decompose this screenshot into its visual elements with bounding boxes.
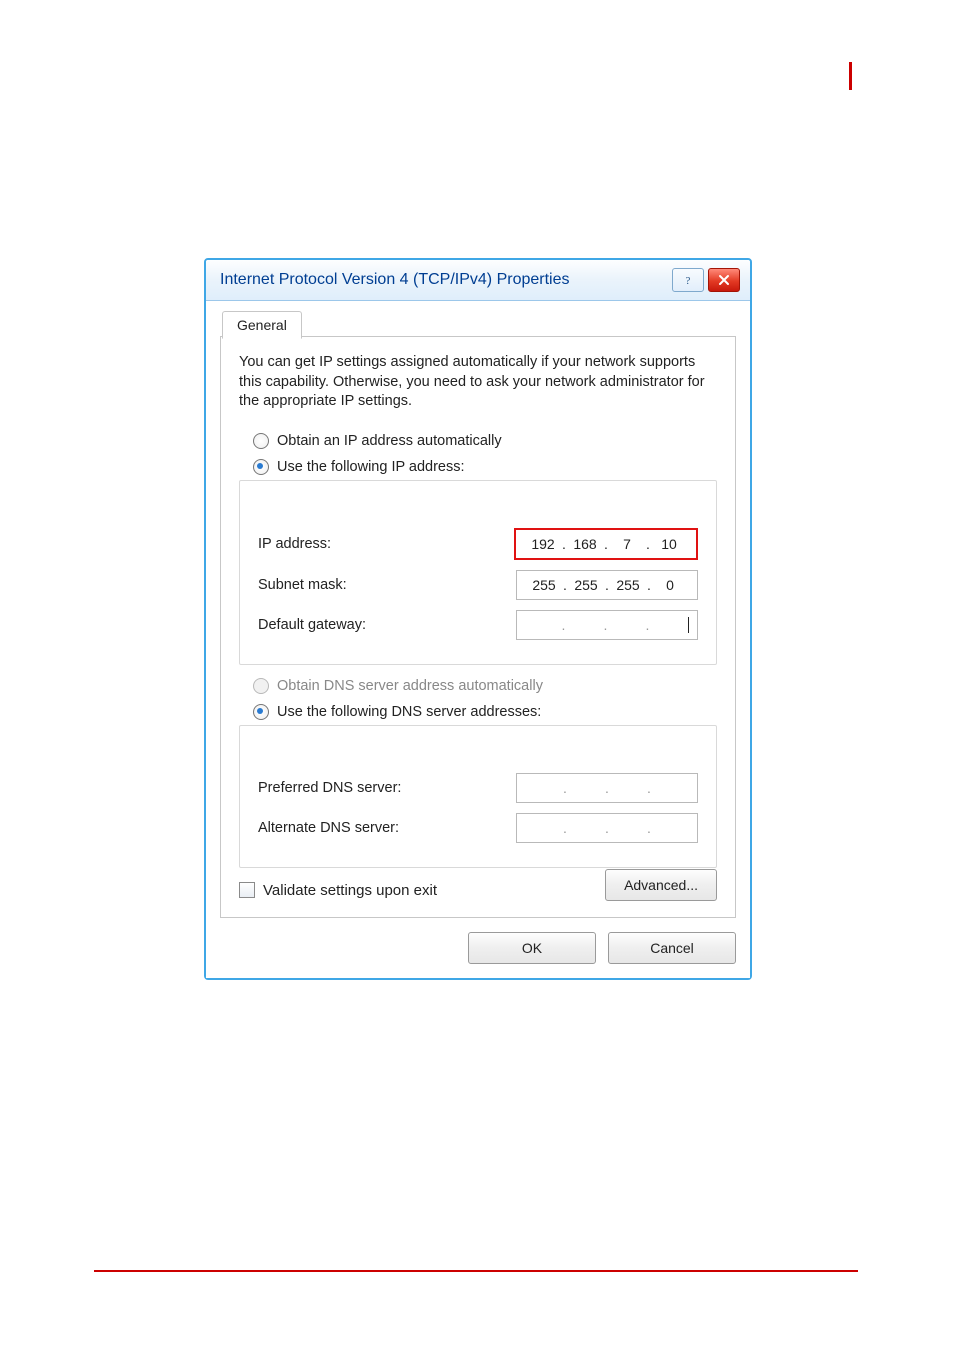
row-preferred-dns: Preferred DNS server: . . . xyxy=(258,773,698,803)
dns-group: . Preferred DNS server: . . . Alternate … xyxy=(239,725,717,868)
document-page: Internet Protocol Version 4 (TCP/IPv4) P… xyxy=(0,0,954,1352)
radio-label: Use the following DNS server addresses: xyxy=(277,704,541,720)
close-button[interactable] xyxy=(708,268,740,292)
title-bar: Internet Protocol Version 4 (TCP/IPv4) P… xyxy=(206,260,750,301)
radio-label: Obtain an IP address automatically xyxy=(277,433,502,449)
tab-body-general: You can get IP settings assigned automat… xyxy=(220,337,736,918)
close-icon xyxy=(718,274,730,286)
tab-general[interactable]: General xyxy=(222,311,302,339)
input-default-gateway[interactable]: . . . xyxy=(516,610,698,640)
row-default-gateway: Default gateway: . . . xyxy=(258,610,698,640)
advanced-button[interactable]: Advanced... xyxy=(605,869,717,901)
intro-text: You can get IP settings assigned automat… xyxy=(239,353,717,412)
radio-icon-selected xyxy=(253,459,269,475)
input-alternate-dns[interactable]: . . . xyxy=(516,813,698,843)
label-subnet-mask: Subnet mask: xyxy=(258,577,516,593)
cancel-button[interactable]: Cancel xyxy=(608,932,736,964)
radio-label: Obtain DNS server address automatically xyxy=(277,678,543,694)
radio-icon-selected xyxy=(253,704,269,720)
label-ip-address: IP address: xyxy=(258,536,514,552)
row-alternate-dns: Alternate DNS server: . . . xyxy=(258,813,698,843)
svg-text:?: ? xyxy=(686,275,691,286)
radio-label: Use the following IP address: xyxy=(277,459,465,475)
label-preferred-dns: Preferred DNS server: xyxy=(258,780,516,796)
radio-ip-manual[interactable]: Use the following IP address: xyxy=(239,454,717,480)
help-button[interactable]: ? xyxy=(672,268,704,292)
row-subnet-mask: Subnet mask: 255. 255. 255. 0 xyxy=(258,570,698,600)
ipv4-properties-dialog: Internet Protocol Version 4 (TCP/IPv4) P… xyxy=(204,258,752,980)
ok-button[interactable]: OK xyxy=(468,932,596,964)
label-validate: Validate settings upon exit xyxy=(263,882,437,899)
radio-icon xyxy=(253,433,269,449)
label-alternate-dns: Alternate DNS server: xyxy=(258,820,516,836)
radio-dns-manual[interactable]: Use the following DNS server addresses: xyxy=(239,699,717,725)
ip-group: . IP address: 192. 168. 7. 10 Subnet mas… xyxy=(239,480,717,665)
input-preferred-dns[interactable]: . . . xyxy=(516,773,698,803)
window-title: Internet Protocol Version 4 (TCP/IPv4) P… xyxy=(220,271,569,289)
radio-dns-auto: Obtain DNS server address automatically xyxy=(239,673,717,699)
input-ip-address[interactable]: 192. 168. 7. 10 xyxy=(514,528,698,560)
row-ip-address: IP address: 192. 168. 7. 10 xyxy=(258,528,698,560)
radio-ip-auto[interactable]: Obtain an IP address automatically xyxy=(239,428,717,454)
footer-rule xyxy=(94,1270,858,1272)
input-subnet-mask[interactable]: 255. 255. 255. 0 xyxy=(516,570,698,600)
tab-strip: General xyxy=(220,311,736,337)
help-icon: ? xyxy=(682,274,694,286)
margin-mark xyxy=(849,62,852,90)
radio-icon-disabled xyxy=(253,678,269,694)
checkbox-validate[interactable] xyxy=(239,882,255,898)
label-default-gateway: Default gateway: xyxy=(258,617,516,633)
window-system-buttons: ? xyxy=(672,268,740,292)
text-caret xyxy=(688,617,689,633)
client-area: General You can get IP settings assigned… xyxy=(206,301,750,978)
dialog-button-row: OK Cancel xyxy=(220,932,736,964)
